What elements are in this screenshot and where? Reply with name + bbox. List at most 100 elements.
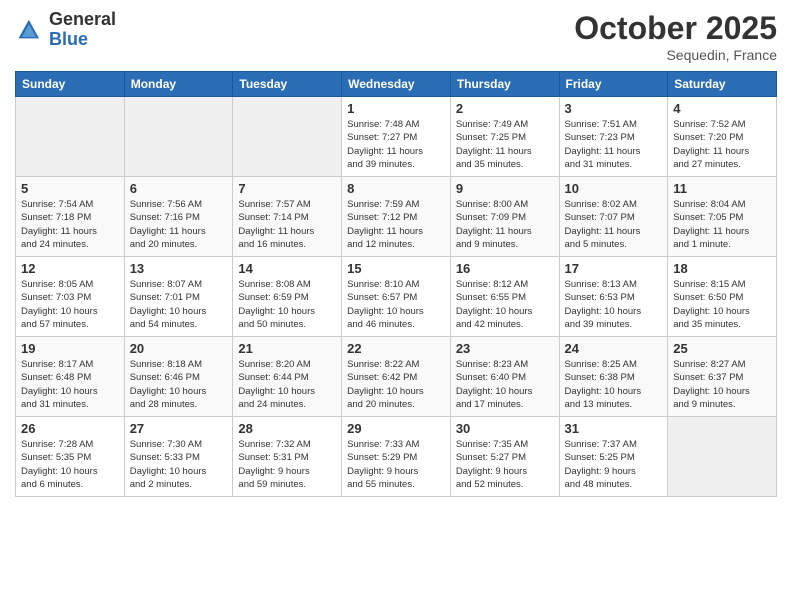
day-number: 18: [673, 261, 771, 276]
day-info: Sunrise: 8:15 AM Sunset: 6:50 PM Dayligh…: [673, 278, 771, 331]
col-monday: Monday: [124, 72, 233, 97]
day-number: 5: [21, 181, 119, 196]
day-info: Sunrise: 7:33 AM Sunset: 5:29 PM Dayligh…: [347, 438, 445, 491]
day-number: 15: [347, 261, 445, 276]
calendar-cell: 24 Sunrise: 8:25 AM Sunset: 6:38 PM Dayli…: [559, 337, 668, 417]
header: General Blue October 2025 Sequedin, Fran…: [15, 10, 777, 63]
day-number: 30: [456, 421, 554, 436]
day-info: Sunrise: 8:05 AM Sunset: 7:03 PM Dayligh…: [21, 278, 119, 331]
day-number: 23: [456, 341, 554, 356]
calendar-cell: 30Sunrise: 7:35 AM Sunset: 5:27 PM Dayli…: [450, 417, 559, 497]
calendar-cell: [16, 97, 125, 177]
col-wednesday: Wednesday: [342, 72, 451, 97]
calendar-week-5: 26 Sunrise: 7:28 AM Sunset: 5:35 PM Dayli…: [16, 417, 777, 497]
calendar-cell: 18 Sunrise: 8:15 AM Sunset: 6:50 PM Dayli…: [668, 257, 777, 337]
calendar-body: 1 Sunrise: 7:48 AM Sunset: 7:27 PM Daylig…: [16, 97, 777, 497]
day-info: Sunrise: 7:30 AM Sunset: 5:33 PM Dayligh…: [130, 438, 228, 491]
calendar-week-2: 5 Sunrise: 7:54 AM Sunset: 7:18 PM Daylig…: [16, 177, 777, 257]
calendar-cell: 7Sunrise: 7:57 AM Sunset: 7:14 PM Daylig…: [233, 177, 342, 257]
day-number: 25: [673, 341, 771, 356]
day-info: Sunrise: 8:27 AM Sunset: 6:37 PM Dayligh…: [673, 358, 771, 411]
calendar-header: Sunday Monday Tuesday Wednesday Thursday…: [16, 72, 777, 97]
calendar-cell: 16 Sunrise: 8:12 AM Sunset: 6:55 PM Dayli…: [450, 257, 559, 337]
title-block: October 2025 Sequedin, France: [574, 10, 777, 63]
col-saturday: Saturday: [668, 72, 777, 97]
calendar-cell: 10 Sunrise: 8:02 AM Sunset: 7:07 PM Dayli…: [559, 177, 668, 257]
day-number: 1: [347, 101, 445, 116]
day-info: Sunrise: 7:52 AM Sunset: 7:20 PM Dayligh…: [673, 118, 771, 171]
month-title: October 2025: [574, 10, 777, 47]
day-number: 22: [347, 341, 445, 356]
main-container: General Blue October 2025 Sequedin, Fran…: [0, 0, 792, 507]
col-thursday: Thursday: [450, 72, 559, 97]
calendar-cell: 6 Sunrise: 7:56 AM Sunset: 7:16 PM Daylig…: [124, 177, 233, 257]
day-info: Sunrise: 8:10 AM Sunset: 6:57 PM Dayligh…: [347, 278, 445, 331]
calendar-table: Sunday Monday Tuesday Wednesday Thursday…: [15, 71, 777, 497]
day-info: Sunrise: 8:25 AM Sunset: 6:38 PM Dayligh…: [565, 358, 663, 411]
calendar-cell: 4 Sunrise: 7:52 AM Sunset: 7:20 PM Daylig…: [668, 97, 777, 177]
col-friday: Friday: [559, 72, 668, 97]
day-info: Sunrise: 7:49 AM Sunset: 7:25 PM Dayligh…: [456, 118, 554, 171]
day-info: Sunrise: 7:28 AM Sunset: 5:35 PM Dayligh…: [21, 438, 119, 491]
calendar-cell: [668, 417, 777, 497]
location: Sequedin, France: [574, 47, 777, 63]
col-sunday: Sunday: [16, 72, 125, 97]
day-number: 14: [238, 261, 336, 276]
logo-icon: [15, 16, 43, 44]
day-number: 6: [130, 181, 228, 196]
day-number: 16: [456, 261, 554, 276]
calendar-cell: 14Sunrise: 8:08 AM Sunset: 6:59 PM Dayli…: [233, 257, 342, 337]
day-info: Sunrise: 7:48 AM Sunset: 7:27 PM Dayligh…: [347, 118, 445, 171]
calendar-cell: 11Sunrise: 8:04 AM Sunset: 7:05 PM Dayli…: [668, 177, 777, 257]
day-info: Sunrise: 7:56 AM Sunset: 7:16 PM Dayligh…: [130, 198, 228, 251]
day-info: Sunrise: 8:18 AM Sunset: 6:46 PM Dayligh…: [130, 358, 228, 411]
day-info: Sunrise: 8:20 AM Sunset: 6:44 PM Dayligh…: [238, 358, 336, 411]
day-number: 2: [456, 101, 554, 116]
calendar-cell: 29Sunrise: 7:33 AM Sunset: 5:29 PM Dayli…: [342, 417, 451, 497]
calendar-cell: 26 Sunrise: 7:28 AM Sunset: 5:35 PM Dayli…: [16, 417, 125, 497]
day-info: Sunrise: 8:13 AM Sunset: 6:53 PM Dayligh…: [565, 278, 663, 331]
calendar-cell: [233, 97, 342, 177]
calendar-cell: 22 Sunrise: 8:22 AM Sunset: 6:42 PM Dayli…: [342, 337, 451, 417]
day-number: 24: [565, 341, 663, 356]
day-info: Sunrise: 8:02 AM Sunset: 7:07 PM Dayligh…: [565, 198, 663, 251]
calendar-cell: 12 Sunrise: 8:05 AM Sunset: 7:03 PM Dayli…: [16, 257, 125, 337]
logo-blue: Blue: [49, 30, 116, 50]
calendar-cell: 5 Sunrise: 7:54 AM Sunset: 7:18 PM Daylig…: [16, 177, 125, 257]
calendar-cell: 15 Sunrise: 8:10 AM Sunset: 6:57 PM Dayli…: [342, 257, 451, 337]
day-info: Sunrise: 8:04 AM Sunset: 7:05 PM Dayligh…: [673, 198, 771, 251]
day-info: Sunrise: 8:12 AM Sunset: 6:55 PM Dayligh…: [456, 278, 554, 331]
calendar-cell: 21Sunrise: 8:20 AM Sunset: 6:44 PM Dayli…: [233, 337, 342, 417]
day-number: 31: [565, 421, 663, 436]
day-info: Sunrise: 8:07 AM Sunset: 7:01 PM Dayligh…: [130, 278, 228, 331]
day-info: Sunrise: 7:32 AM Sunset: 5:31 PM Dayligh…: [238, 438, 336, 491]
calendar-cell: 28Sunrise: 7:32 AM Sunset: 5:31 PM Dayli…: [233, 417, 342, 497]
day-number: 12: [21, 261, 119, 276]
header-row: Sunday Monday Tuesday Wednesday Thursday…: [16, 72, 777, 97]
logo-text: General Blue: [49, 10, 116, 50]
day-info: Sunrise: 7:54 AM Sunset: 7:18 PM Dayligh…: [21, 198, 119, 251]
calendar-week-1: 1 Sunrise: 7:48 AM Sunset: 7:27 PM Daylig…: [16, 97, 777, 177]
day-number: 19: [21, 341, 119, 356]
calendar-cell: 9Sunrise: 8:00 AM Sunset: 7:09 PM Daylig…: [450, 177, 559, 257]
calendar-week-4: 19Sunrise: 8:17 AM Sunset: 6:48 PM Dayli…: [16, 337, 777, 417]
day-number: 26: [21, 421, 119, 436]
col-tuesday: Tuesday: [233, 72, 342, 97]
day-number: 10: [565, 181, 663, 196]
day-number: 7: [238, 181, 336, 196]
day-info: Sunrise: 8:23 AM Sunset: 6:40 PM Dayligh…: [456, 358, 554, 411]
calendar-cell: 3Sunrise: 7:51 AM Sunset: 7:23 PM Daylig…: [559, 97, 668, 177]
day-info: Sunrise: 7:59 AM Sunset: 7:12 PM Dayligh…: [347, 198, 445, 251]
calendar-week-3: 12 Sunrise: 8:05 AM Sunset: 7:03 PM Dayli…: [16, 257, 777, 337]
calendar-cell: 20Sunrise: 8:18 AM Sunset: 6:46 PM Dayli…: [124, 337, 233, 417]
day-info: Sunrise: 8:22 AM Sunset: 6:42 PM Dayligh…: [347, 358, 445, 411]
calendar-cell: [124, 97, 233, 177]
day-number: 3: [565, 101, 663, 116]
calendar-cell: 31 Sunrise: 7:37 AM Sunset: 5:25 PM Dayli…: [559, 417, 668, 497]
day-number: 27: [130, 421, 228, 436]
calendar-cell: 8Sunrise: 7:59 AM Sunset: 7:12 PM Daylig…: [342, 177, 451, 257]
day-info: Sunrise: 7:37 AM Sunset: 5:25 PM Dayligh…: [565, 438, 663, 491]
day-number: 4: [673, 101, 771, 116]
day-number: 17: [565, 261, 663, 276]
calendar-cell: 23 Sunrise: 8:23 AM Sunset: 6:40 PM Dayli…: [450, 337, 559, 417]
